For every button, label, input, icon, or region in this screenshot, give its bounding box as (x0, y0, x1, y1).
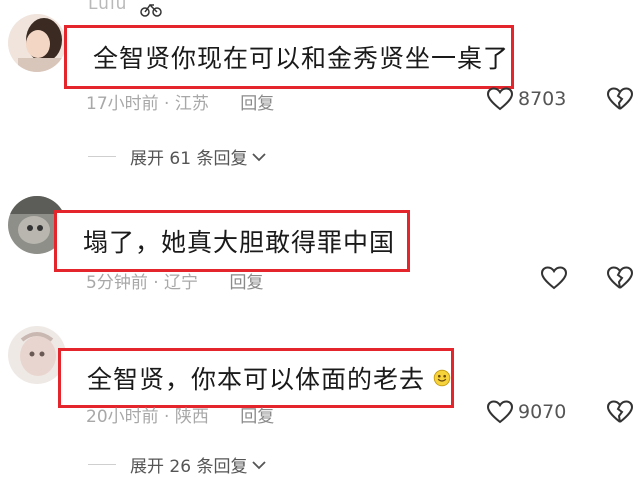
comment-location: 江苏 (174, 94, 209, 114)
expand-replies-label: 展开 26 条回复 (130, 457, 248, 477)
like-button[interactable]: 8703 (486, 87, 566, 111)
divider (88, 464, 116, 465)
expand-replies-label: 展开 61 条回复 (130, 149, 248, 169)
heart-outline-icon (486, 87, 514, 111)
like-button[interactable] (540, 266, 572, 290)
username[interactable]: Lulu (88, 0, 127, 14)
comment-time: 17小时前 (86, 94, 159, 114)
reply-button[interactable]: 回复 (240, 407, 274, 427)
comment-item-2: 塌了，她真大胆敢得罪中国 5分钟前 · 辽宁 回复 (0, 190, 640, 310)
like-count: 9070 (518, 401, 567, 423)
heart-outline-icon (486, 400, 514, 424)
comment-text: 全智贤，你本可以体面的老去 (87, 365, 426, 394)
bicycle-icon (140, 3, 162, 17)
comment-time: 20小时前 (86, 407, 159, 427)
comment-item-3: 全智贤，你本可以体面的老去 20小时前 · 陕西 回复 9070 展开 26 条… (0, 318, 640, 477)
expand-replies-button[interactable]: 展开 26 条回复 (88, 452, 267, 477)
comment-text: 全智贤你现在可以和金秀贤坐一桌了 (93, 44, 510, 73)
divider (88, 156, 116, 157)
reply-button[interactable]: 回复 (229, 273, 263, 293)
broken-heart-icon[interactable] (606, 400, 634, 424)
separator: · (153, 273, 159, 293)
chevron-down-icon (252, 152, 267, 161)
comment-location: 辽宁 (164, 273, 199, 293)
comment-time: 5分钟前 (86, 273, 148, 293)
separator: · (164, 407, 170, 427)
comment-item-1: Lulu 全智贤你现在可以和金秀贤坐一桌了 17小时前 · 江苏 回复 8703… (0, 0, 640, 200)
comment-text: 塌了，她真大胆敢得罪中国 (83, 228, 396, 257)
smiley-emoji-icon (433, 369, 451, 387)
reply-button[interactable]: 回复 (240, 94, 274, 114)
comment-text-highlight: 全智贤你现在可以和金秀贤坐一桌了 (64, 25, 514, 89)
comment-location: 陕西 (174, 407, 209, 427)
chevron-down-icon (252, 460, 267, 469)
like-button[interactable]: 9070 (486, 400, 566, 424)
broken-heart-icon[interactable] (606, 266, 634, 290)
broken-heart-icon[interactable] (606, 87, 634, 111)
heart-outline-icon (540, 266, 568, 290)
expand-replies-button[interactable]: 展开 61 条回复 (88, 144, 267, 169)
comment-meta: 17小时前 · 江苏 回复 (86, 89, 274, 114)
like-count: 8703 (518, 88, 567, 110)
comment-text-highlight: 全智贤，你本可以体面的老去 (58, 348, 454, 408)
avatar[interactable] (8, 14, 66, 72)
separator: · (164, 94, 170, 114)
comment-meta: 5分钟前 · 辽宁 回复 (86, 268, 263, 293)
comment-text-highlight: 塌了，她真大胆敢得罪中国 (54, 210, 410, 272)
comment-meta: 20小时前 · 陕西 回复 (86, 402, 274, 427)
